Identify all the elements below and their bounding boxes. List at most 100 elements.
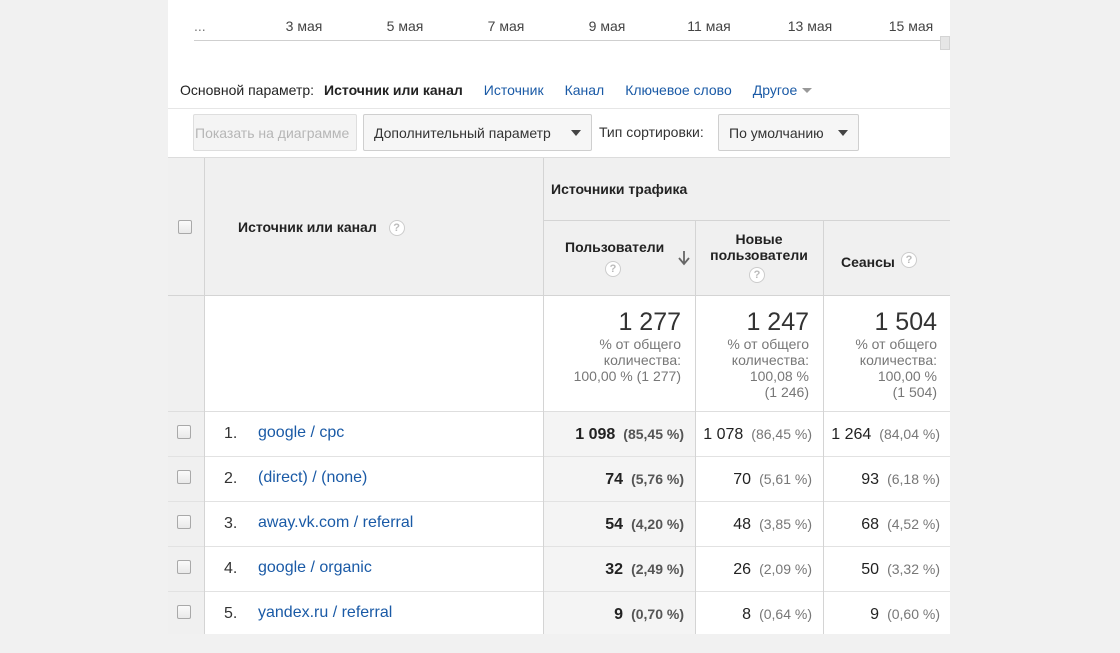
column-divider — [823, 220, 824, 297]
primary-dimension-label: Основной параметр: — [180, 82, 315, 98]
new-users-percent: (3,85 %) — [759, 516, 812, 532]
column-divider — [204, 457, 205, 502]
users-percent: (0,70 %) — [631, 606, 684, 622]
table-row: 1. google / cpc 1 098 (85,45 %) 1 078 (86,… — [168, 412, 950, 457]
column-divider — [543, 296, 544, 412]
sessions-percent: (0,60 %) — [887, 606, 940, 622]
users-value: 32 (2,49 %) — [605, 561, 684, 579]
users-percent: (4,20 %) — [631, 516, 684, 532]
users-column-label: Пользователи — [565, 239, 665, 255]
source-link[interactable]: google / cpc — [258, 424, 344, 442]
dimension-column-header[interactable]: Источник или канал ? — [238, 219, 405, 237]
row-checkbox[interactable] — [177, 425, 191, 439]
row-checkbox[interactable] — [177, 515, 191, 529]
sessions-percent: (84,04 %) — [879, 426, 940, 442]
new-users-count: 1 078 — [703, 426, 744, 443]
column-divider — [543, 502, 544, 547]
source-link[interactable]: (direct) / (none) — [258, 469, 367, 487]
users-value: 74 (5,76 %) — [605, 471, 684, 489]
new-users-column-header[interactable]: Новые пользователи ? — [695, 220, 823, 296]
column-divider — [823, 296, 824, 412]
sessions-column-label: Сеансы — [841, 254, 895, 270]
column-divider — [695, 547, 696, 592]
users-value: 1 098 (85,45 %) — [575, 426, 684, 444]
users-value: 54 (4,20 %) — [605, 516, 684, 534]
source-link[interactable]: yandex.ru / referral — [258, 604, 392, 622]
chart-scroll-handle[interactable] — [940, 36, 950, 50]
caret-down-icon — [838, 129, 848, 136]
users-total: 1 277 % от общего количества: 100,00 % (… — [548, 308, 681, 384]
caret-down-icon — [571, 129, 581, 136]
new-users-value: 26 (2,09 %) — [733, 561, 812, 579]
new-users-percent: (5,61 %) — [759, 471, 812, 487]
users-count: 32 — [605, 561, 624, 578]
axis-tick: 15 мая — [888, 18, 934, 34]
help-icon[interactable]: ? — [388, 220, 405, 237]
new-users-count: 70 — [733, 471, 752, 488]
column-divider — [543, 412, 544, 457]
users-column-header[interactable]: Пользователи ? — [543, 220, 695, 296]
total-note: % от общего — [599, 336, 681, 352]
axis-tick: 13 мая — [787, 18, 833, 34]
column-divider — [695, 592, 696, 634]
users-count: 1 098 — [575, 426, 616, 443]
column-divider — [695, 220, 696, 297]
total-value: 1 247 — [746, 308, 809, 336]
new-users-percent: (2,09 %) — [759, 561, 812, 577]
help-icon[interactable]: ? — [605, 261, 621, 277]
sessions-percent: (3,32 %) — [887, 561, 940, 577]
column-divider — [543, 158, 544, 297]
users-value: 9 (0,70 %) — [614, 606, 684, 624]
row-number: 3. — [224, 515, 238, 532]
dimension-current: Источник или канал — [324, 82, 463, 98]
total-note: 100,08 % — [749, 368, 809, 384]
sessions-count: 93 — [861, 471, 880, 488]
column-divider — [543, 592, 544, 634]
column-divider — [695, 502, 696, 547]
column-divider — [823, 502, 824, 547]
column-divider — [204, 412, 205, 457]
help-icon[interactable]: ? — [901, 252, 917, 268]
sort-type-dropdown[interactable]: По умолчанию — [718, 114, 859, 151]
row-checkbox[interactable] — [177, 470, 191, 484]
select-all-checkbox[interactable] — [178, 220, 192, 234]
sessions-value: 50 (3,32 %) — [861, 561, 940, 579]
total-note: количества: — [603, 352, 681, 368]
total-note: (1 246) — [764, 384, 809, 400]
secondary-dimension-label: Дополнительный параметр — [374, 124, 551, 141]
new-users-count: 8 — [742, 606, 752, 623]
column-divider — [543, 457, 544, 502]
sort-desc-arrow-icon — [678, 250, 690, 271]
sessions-column-header[interactable]: Сеансы ? — [823, 220, 950, 296]
sessions-value: 68 (4,52 %) — [861, 516, 940, 534]
dimension-other-dropdown[interactable]: Другое — [753, 82, 813, 98]
dimension-source-link[interactable]: Источник — [484, 82, 544, 98]
column-divider — [204, 158, 205, 297]
sessions-value: 93 (6,18 %) — [861, 471, 940, 489]
total-note: % от общего — [855, 336, 937, 352]
column-divider — [204, 502, 205, 547]
source-link[interactable]: google / organic — [258, 559, 372, 577]
users-percent: (85,45 %) — [623, 426, 684, 442]
show-on-chart-button[interactable]: Показать на диаграмме — [193, 114, 357, 151]
axis-tick: ... — [194, 18, 206, 34]
row-checkbox[interactable] — [177, 560, 191, 574]
show-on-chart-label: Показать на диаграмме — [195, 124, 350, 141]
users-count: 54 — [605, 516, 624, 533]
table-row: 2. (direct) / (none) 74 (5,76 %) 70 (5,61 … — [168, 457, 950, 502]
table-row: 4. google / organic 32 (2,49 %) 26 (2,09 %… — [168, 547, 950, 592]
source-link[interactable]: away.vk.com / referral — [258, 514, 413, 532]
new-users-percent: (86,45 %) — [751, 426, 812, 442]
dimension-keyword-link[interactable]: Ключевое слово — [625, 82, 732, 98]
sessions-value: 1 264 (84,04 %) — [831, 426, 940, 444]
dimension-channel-link[interactable]: Канал — [565, 82, 605, 98]
sessions-count: 9 — [870, 606, 880, 623]
traffic-sources-group-header: Источники трафика — [551, 181, 688, 197]
secondary-dimension-dropdown[interactable]: Дополнительный параметр — [363, 114, 592, 151]
column-divider — [543, 547, 544, 592]
sort-type-label: Тип сортировки: — [599, 124, 704, 140]
row-checkbox[interactable] — [177, 605, 191, 619]
divider — [168, 108, 950, 109]
sessions-count: 1 264 — [831, 426, 872, 443]
help-icon[interactable]: ? — [749, 267, 765, 283]
